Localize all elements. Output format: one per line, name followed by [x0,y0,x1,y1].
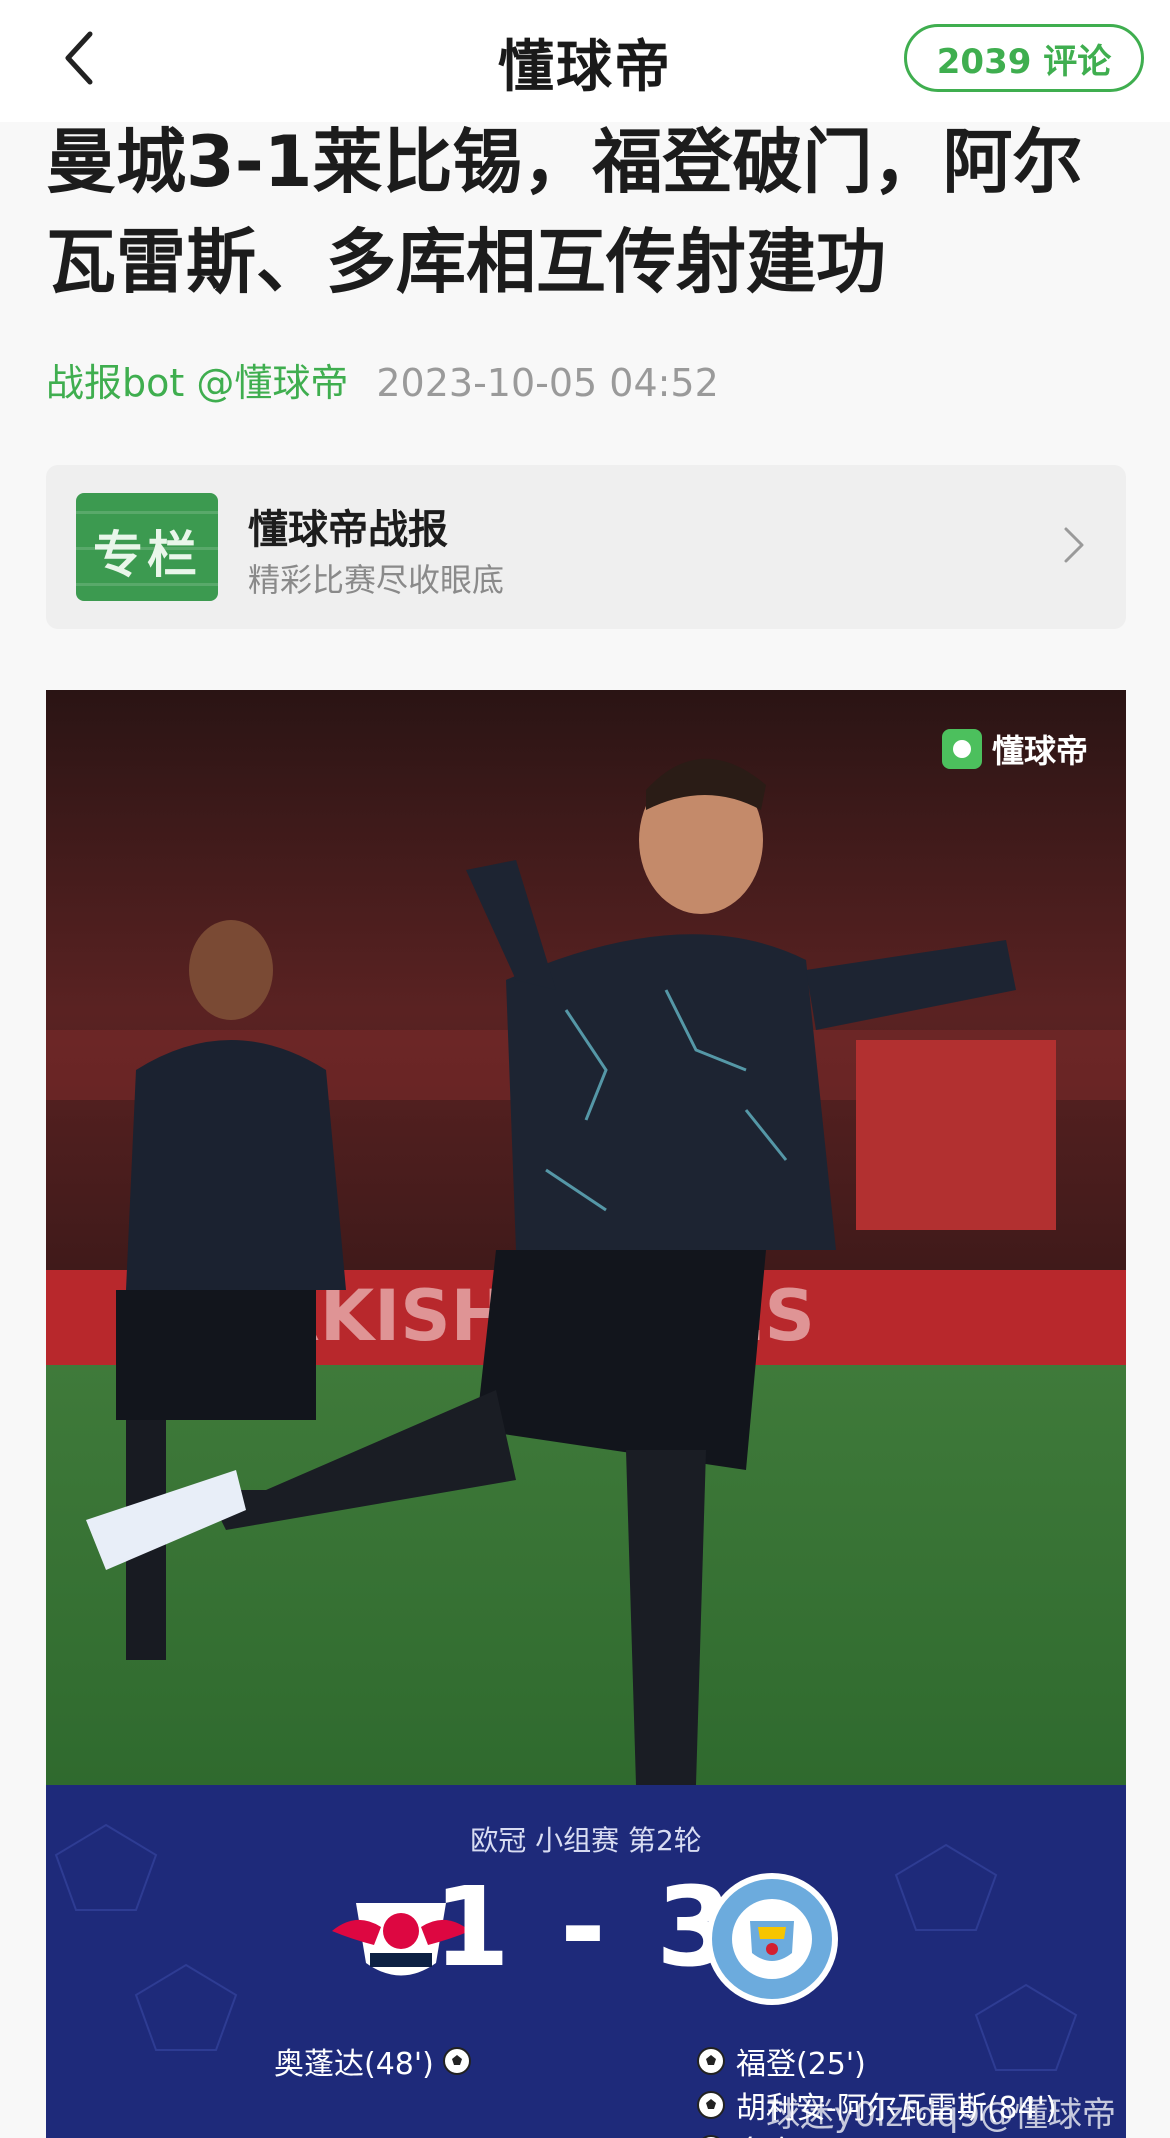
publish-time: 2023-10-05 04:52 [376,361,719,405]
article-page: 懂球帝 2039 评论 曼城3-1莱比锡，福登破门，阿尔瓦雷斯、多库相互传射建功… [0,0,1170,2138]
column-subtitle: 精彩比赛尽收眼底 [248,561,505,599]
score-panel: 欧冠 小组赛 第2轮 1 - 3 奥蓬达(48') 福登(25') 胡利安-阿尔… [46,1785,1126,2138]
match-photo: RKISH RLINES [46,690,1126,1785]
article-meta: 战报bot @懂球帝 2023-10-05 04:52 [46,352,719,407]
column-card[interactable]: 专栏 懂球帝战报 精彩比赛尽收眼底 [46,465,1126,629]
match-score: 1 - 3 [433,1863,739,1991]
home-scorer: 奥蓬达(48') [274,2039,472,2083]
football-icon [697,2047,725,2075]
photo-watermark: 懂球帝 [941,726,1088,772]
photo-watermark-text: 懂球帝 [991,732,1088,770]
player-celebration-image: RKISH RLINES [46,690,1126,1785]
top-bar: 懂球帝 2039 评论 [0,0,1170,122]
chevron-right-icon [1064,527,1084,563]
football-icon [442,2047,471,2075]
away-scorer-row: 福登(25') [696,2039,1057,2083]
column-title: 懂球帝战报 [248,507,448,553]
away-scorer-name: 福登(25') [736,2047,866,2082]
article-title: 曼城3-1莱比锡，福登破门，阿尔瓦雷斯、多库相互传射建功 [46,121,1083,303]
manchester-city-crest-icon [706,1873,838,2005]
comments-button[interactable]: 2039 评论 [904,24,1144,92]
author-link[interactable]: 战报bot @懂球帝 [46,361,348,405]
competition-label: 欧冠 小组赛 第2轮 [470,1824,702,1857]
column-badge-label: 专栏 [93,526,201,584]
football-icon [697,2091,725,2119]
home-scorer-name: 奥蓬达(48') [274,2047,434,2082]
dongqiudi-logo-icon [941,729,982,769]
football-icon [702,2135,720,2138]
column-badge-icon: 专栏 [76,493,218,601]
user-watermark: 球迷y0lzfdq9@懂球帝 [766,2095,1116,2135]
